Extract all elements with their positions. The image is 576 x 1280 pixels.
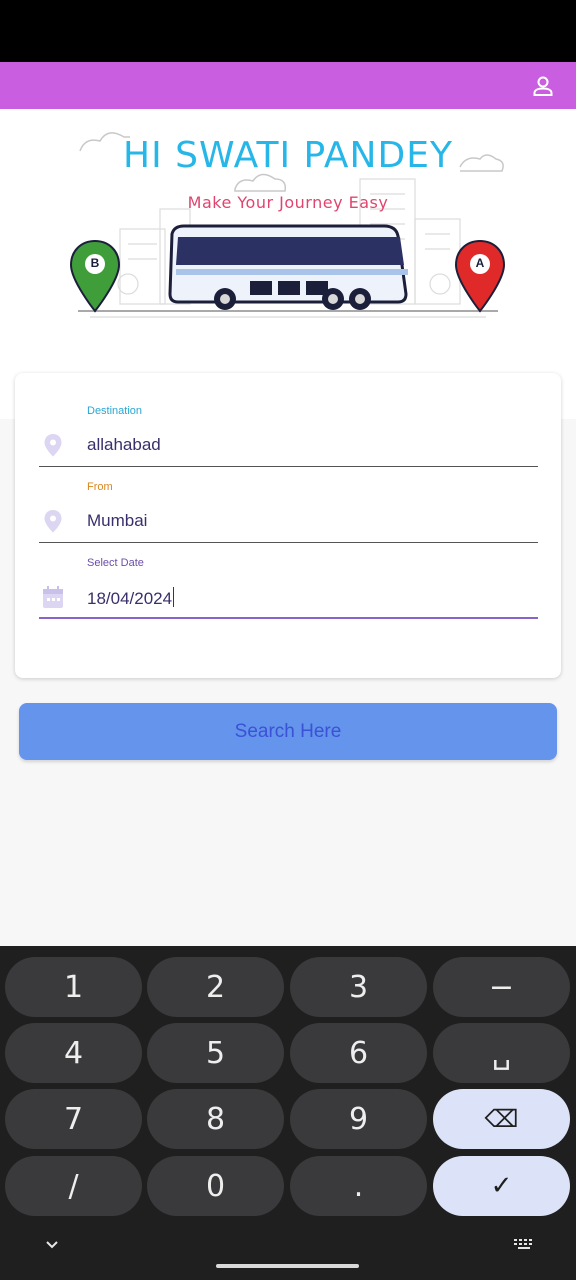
- key-space[interactable]: ␣: [433, 1023, 570, 1083]
- date-field[interactable]: Select Date 18/04/2024: [39, 557, 538, 619]
- from-label: From: [87, 481, 113, 493]
- greeting-title: HI SWATI PANDEY: [123, 135, 453, 176]
- from-underline: [39, 542, 538, 543]
- date-value: 18/04/2024: [87, 587, 175, 608]
- from-field[interactable]: From Mumbai: [39, 481, 538, 543]
- pin-b-label: B: [90, 256, 100, 270]
- tagline: Make Your Journey Easy: [187, 193, 389, 212]
- from-value: Mumbai: [87, 511, 148, 530]
- search-form-card: Destination allahabad From Mumbai Select…: [15, 373, 561, 678]
- destination-label: Destination: [87, 405, 143, 417]
- key-0[interactable]: 0: [147, 1156, 284, 1216]
- key-3[interactable]: 3: [290, 957, 427, 1017]
- gesture-nav-handle[interactable]: [216, 1264, 359, 1268]
- person-icon: [533, 76, 553, 96]
- destination-value: allahabad: [87, 435, 161, 454]
- key-8[interactable]: 8: [147, 1089, 284, 1149]
- keyboard-bottom-bar: [0, 1227, 576, 1280]
- calendar-icon: [41, 584, 65, 610]
- pin-a-label: A: [475, 256, 485, 270]
- key-9[interactable]: 9: [290, 1089, 427, 1149]
- keyboard-icon[interactable]: [512, 1237, 536, 1253]
- chevron-down-icon[interactable]: [42, 1238, 62, 1252]
- key-6[interactable]: 6: [290, 1023, 427, 1083]
- key-minus[interactable]: −: [433, 957, 570, 1017]
- profile-button[interactable]: [530, 73, 556, 99]
- status-bar: [0, 0, 576, 62]
- date-underline: [39, 617, 538, 619]
- key-2[interactable]: 2: [147, 957, 284, 1017]
- key-slash[interactable]: /: [5, 1156, 142, 1216]
- destination-field[interactable]: Destination allahabad: [39, 405, 538, 467]
- key-backspace[interactable]: ⌫: [433, 1089, 570, 1149]
- search-button[interactable]: Search Here: [19, 703, 557, 760]
- app-bar: [0, 62, 576, 109]
- date-label: Select Date: [87, 557, 144, 569]
- location-pin-icon: [41, 432, 65, 458]
- key-done[interactable]: ✓: [433, 1156, 570, 1216]
- key-1[interactable]: 1: [5, 957, 142, 1017]
- key-7[interactable]: 7: [5, 1089, 142, 1149]
- key-period[interactable]: .: [290, 1156, 427, 1216]
- key-4[interactable]: 4: [5, 1023, 142, 1083]
- destination-underline: [39, 466, 538, 467]
- key-5[interactable]: 5: [147, 1023, 284, 1083]
- location-pin-icon: [41, 508, 65, 534]
- text-caret: [173, 587, 175, 607]
